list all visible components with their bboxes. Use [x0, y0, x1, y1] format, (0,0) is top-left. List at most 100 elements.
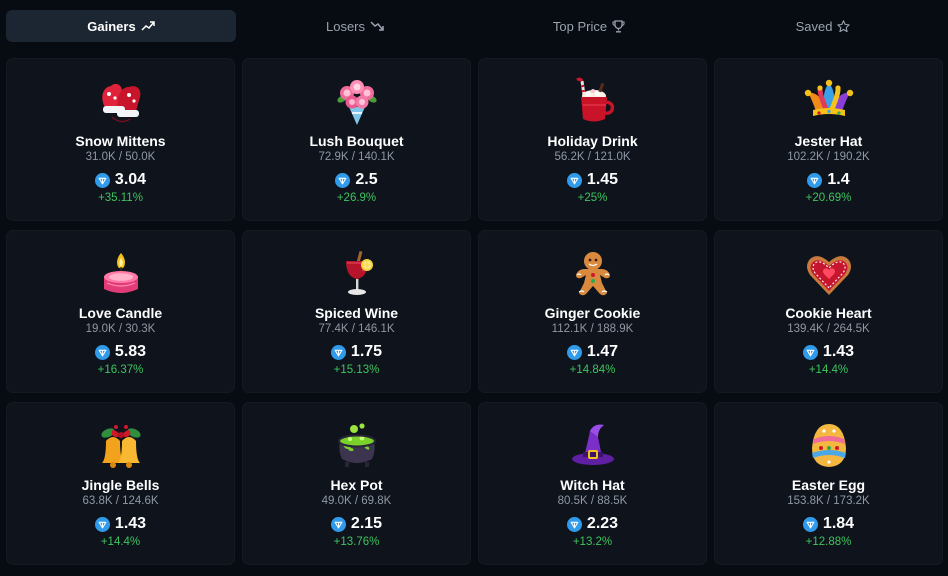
ginger-cookie-icon [566, 247, 620, 301]
gift-supply: 72.9K / 140.1K [318, 151, 395, 163]
gift-change: +35.11% [98, 192, 143, 204]
star-icon [837, 19, 851, 33]
gift-card[interactable]: Spiced Wine 77.4K / 146.1K 1.75 +15.13% [242, 230, 471, 393]
hex-pot-icon [330, 419, 384, 473]
gift-price: 1.47 [586, 343, 619, 360]
price-row: 5.83 [94, 343, 146, 361]
ton-diamond-icon [330, 344, 346, 360]
gift-name: Easter Egg [791, 477, 866, 493]
gift-change: +12.88% [805, 536, 852, 548]
trophy-icon [612, 19, 625, 33]
spiced-wine-icon [330, 247, 384, 301]
price-row: 1.75 [330, 343, 383, 361]
gift-price: 1.84 [822, 515, 855, 532]
gift-price: 2.5 [355, 171, 378, 188]
price-row: 1.45 [566, 171, 619, 189]
gift-supply: 56.2K / 121.0K [554, 151, 631, 163]
gift-change: +14.84% [569, 364, 616, 376]
gift-name: Witch Hat [560, 477, 625, 493]
ton-diamond-icon [566, 172, 582, 188]
gift-change: +15.13% [333, 364, 380, 376]
gift-name: Holiday Drink [547, 133, 638, 149]
ton-diamond-icon [94, 516, 110, 532]
gift-price: 1.75 [350, 343, 383, 360]
ton-diamond-icon [94, 172, 110, 188]
gift-card[interactable]: Snow Mittens 31.0K / 50.0K 3.04 +35.11% [6, 58, 235, 221]
gift-name: Spiced Wine [314, 305, 399, 321]
tab-saved[interactable]: Saved [708, 10, 938, 42]
easter-egg-icon [802, 419, 856, 473]
gift-card[interactable]: Witch Hat 80.5K / 88.5K 2.23 +13.2% [478, 402, 707, 565]
gift-card[interactable]: Hex Pot 49.0K / 69.8K 2.15 +13.76% [242, 402, 471, 565]
gift-card[interactable]: Lush Bouquet 72.9K / 140.1K 2.5 +26.9% [242, 58, 471, 221]
gift-name: Cookie Heart [785, 305, 872, 321]
tab-bar: Gainers Losers Top Price Saved [6, 10, 942, 42]
gift-supply: 102.2K / 190.2K [787, 151, 870, 163]
ton-diamond-icon [566, 516, 582, 532]
gift-card[interactable]: Holiday Drink 56.2K / 121.0K 1.45 +25% [478, 58, 707, 221]
gift-change: +14.4% [100, 536, 141, 548]
gift-supply: 31.0K / 50.0K [85, 151, 156, 163]
tab-top-price[interactable]: Top Price [474, 10, 704, 42]
gift-name: Snow Mittens [75, 133, 166, 149]
gift-card[interactable]: Ginger Cookie 112.1K / 188.9K 1.47 +14.8… [478, 230, 707, 393]
tab-label: Gainers [87, 18, 136, 34]
price-row: 1.43 [94, 515, 147, 533]
gift-supply: 19.0K / 30.3K [85, 323, 156, 335]
gift-supply: 153.8K / 173.2K [787, 495, 870, 507]
gift-supply: 139.4K / 264.5K [787, 323, 870, 335]
tab-label: Losers [325, 18, 366, 34]
gift-supply: 49.0K / 69.8K [321, 495, 392, 507]
price-row: 1.4 [807, 171, 850, 189]
jingle-bells-icon [94, 419, 148, 473]
gift-name: Ginger Cookie [544, 305, 641, 321]
gift-price: 3.04 [114, 171, 147, 188]
cookie-heart-icon [802, 247, 856, 301]
tab-label: Top Price [552, 18, 608, 34]
tab-label: Saved [795, 18, 833, 34]
gift-card[interactable]: Love Candle 19.0K / 30.3K 5.83 +16.37% [6, 230, 235, 393]
gift-change: +13.2% [572, 536, 613, 548]
gift-supply: 80.5K / 88.5K [557, 495, 628, 507]
lush-bouquet-icon [330, 75, 384, 129]
ton-diamond-icon [802, 344, 818, 360]
gift-price: 1.45 [586, 171, 619, 188]
ton-diamond-icon [802, 516, 818, 532]
price-row: 2.15 [330, 515, 383, 533]
trend-down-icon [370, 21, 384, 31]
tab-gainers[interactable]: Gainers [6, 10, 236, 42]
gift-change: +14.4% [808, 364, 849, 376]
gift-grid: Snow Mittens 31.0K / 50.0K 3.04 +35.11% … [6, 58, 943, 565]
holiday-drink-icon [566, 75, 620, 129]
gift-price: 2.23 [586, 515, 619, 532]
gift-supply: 112.1K / 188.9K [551, 323, 634, 335]
gift-price: 2.15 [350, 515, 383, 532]
gift-change: +20.69% [805, 192, 852, 204]
price-row: 1.43 [802, 343, 854, 361]
gift-name: Jingle Bells [81, 477, 160, 493]
gift-price: 1.4 [827, 171, 850, 188]
gift-card[interactable]: Cookie Heart 139.4K / 264.5K 1.43 +14.4% [714, 230, 943, 393]
gift-name: Lush Bouquet [309, 133, 404, 149]
price-row: 2.5 [335, 171, 378, 189]
gift-price: 1.43 [114, 515, 147, 532]
love-candle-icon [94, 247, 148, 301]
witch-hat-icon [566, 419, 620, 473]
gift-card[interactable]: Jingle Bells 63.8K / 124.6K 1.43 +14.4% [6, 402, 235, 565]
ton-diamond-icon [807, 172, 823, 188]
gift-change: +16.37% [97, 364, 144, 376]
gift-change: +13.76% [333, 536, 380, 548]
gift-card[interactable]: Easter Egg 153.8K / 173.2K 1.84 +12.88% [714, 402, 943, 565]
gift-name: Jester Hat [794, 133, 863, 149]
gift-card[interactable]: Jester Hat 102.2K / 190.2K 1.4 +20.69% [714, 58, 943, 221]
ton-diamond-icon [566, 344, 582, 360]
snow-mittens-icon [94, 75, 148, 129]
ton-diamond-icon [94, 344, 110, 360]
tab-losers[interactable]: Losers [240, 10, 470, 42]
gift-name: Hex Pot [330, 477, 383, 493]
trend-up-icon [141, 21, 155, 31]
gift-change: +25% [577, 192, 608, 204]
price-row: 2.23 [566, 515, 619, 533]
jester-hat-icon [802, 75, 856, 129]
gift-name: Love Candle [78, 305, 163, 321]
